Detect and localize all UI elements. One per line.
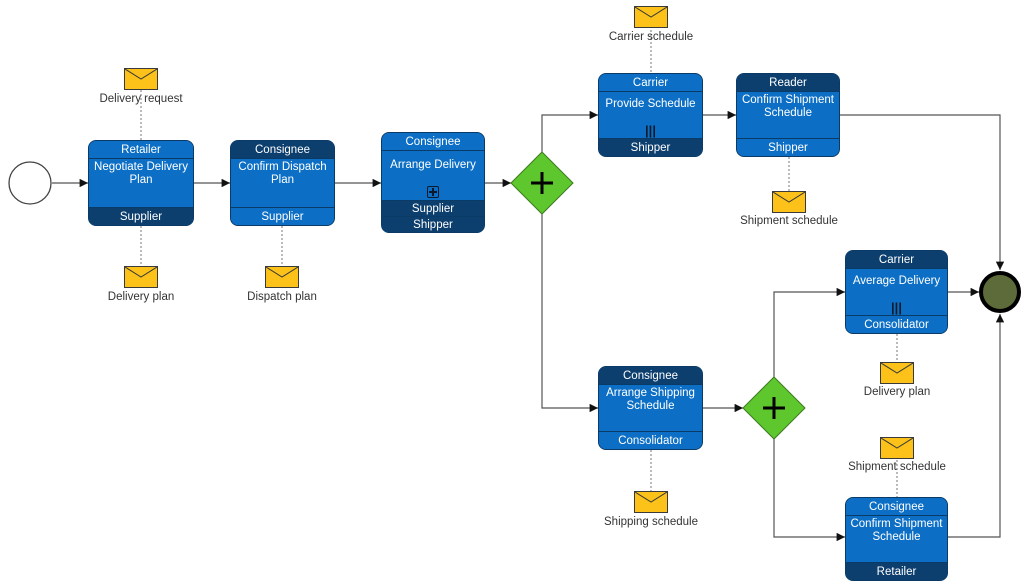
task-name: Average Delivery	[852, 275, 941, 287]
flow-g1-t7	[541, 214, 598, 413]
initiator-participant: Carrier	[846, 251, 947, 269]
parallel-multi-instance-icon: |||	[891, 300, 902, 315]
flow-t8-end	[948, 314, 1005, 538]
message-envelope-icon[interactable]	[124, 68, 158, 90]
task-name: Confirm Dispatch Plan	[238, 161, 327, 186]
message-label: Shipment schedule	[740, 215, 838, 227]
task-name: Negotiate Delivery Plan	[94, 161, 188, 186]
initiator-participant: Retailer	[89, 141, 193, 159]
flow-t5-end	[840, 114, 1005, 270]
message-label: Shipment schedule	[848, 461, 946, 473]
message-label: Delivery plan	[863, 386, 931, 398]
task-name: Arrange Shipping Schedule	[606, 387, 695, 412]
message-envelope-icon[interactable]	[634, 491, 668, 513]
participant-band: Supplier	[89, 207, 193, 225]
participant-band: Supplier	[382, 200, 484, 216]
participant-band: Shipper	[737, 138, 839, 156]
participant-band: Shipper	[382, 216, 484, 232]
message-label: Shipping schedule	[604, 516, 698, 528]
message-envelope-icon[interactable]	[880, 362, 914, 384]
message-envelope-icon[interactable]	[880, 437, 914, 459]
task-name: Provide Schedule	[605, 98, 696, 110]
participant-band: Consolidator	[846, 315, 947, 333]
flow-g1-t4	[541, 110, 598, 152]
message-label: Dispatch plan	[247, 291, 317, 303]
task-name: Confirm Shipment Schedule	[850, 518, 943, 543]
participant-band: Supplier	[231, 207, 334, 225]
initiator-participant: Consignee	[599, 367, 702, 385]
parallel-multi-instance-icon: |||	[645, 123, 656, 138]
task-name: Confirm Shipment Schedule	[741, 94, 835, 119]
message-envelope-icon[interactable]	[634, 6, 668, 28]
task-provide-schedule[interactable]: Carrier Provide Schedule ||| Shipper	[598, 73, 703, 157]
gateway-parallel-2[interactable]	[742, 376, 806, 440]
task-confirm-shipment-schedule-reader[interactable]: Reader Confirm Shipment Schedule Shipper	[736, 73, 840, 157]
initiator-participant: Reader	[737, 74, 839, 92]
message-envelope-icon[interactable]	[265, 266, 299, 288]
task-arrange-shipping-schedule[interactable]: Consignee Arrange Shipping Schedule Cons…	[598, 366, 703, 450]
start-event[interactable]	[8, 161, 52, 205]
task-confirm-shipment-schedule-consignee[interactable]: Consignee Confirm Shipment Schedule Reta…	[845, 497, 948, 581]
task-negotiate-delivery-plan[interactable]: Retailer Negotiate Delivery Plan Supplie…	[88, 140, 194, 226]
task-average-delivery[interactable]: Carrier Average Delivery ||| Consolidato…	[845, 250, 948, 334]
task-arrange-delivery[interactable]: Consignee Arrange Delivery Supplier Ship…	[381, 132, 485, 233]
participant-band: Shipper	[599, 138, 702, 156]
subprocess-expand-icon[interactable]	[427, 186, 439, 198]
initiator-participant: Consignee	[382, 133, 484, 151]
message-label: Delivery plan	[107, 291, 175, 303]
message-label: Carrier schedule	[608, 31, 694, 43]
participant-band: Consolidator	[599, 431, 702, 449]
initiator-participant: Carrier	[599, 74, 702, 92]
message-label: Delivery request	[99, 93, 183, 105]
flow-g2-t8	[773, 439, 845, 542]
message-envelope-icon[interactable]	[772, 191, 806, 213]
message-envelope-icon[interactable]	[124, 266, 158, 288]
participant-band: Retailer	[846, 562, 947, 580]
flow-g2-t6	[773, 287, 845, 377]
task-name: Arrange Delivery	[390, 159, 476, 171]
initiator-participant: Consignee	[231, 141, 334, 159]
initiator-participant: Consignee	[846, 498, 947, 516]
task-confirm-dispatch-plan[interactable]: Consignee Confirm Dispatch Plan Supplier	[230, 140, 335, 226]
gateway-parallel-1[interactable]	[510, 151, 574, 215]
end-event[interactable]	[979, 271, 1021, 313]
